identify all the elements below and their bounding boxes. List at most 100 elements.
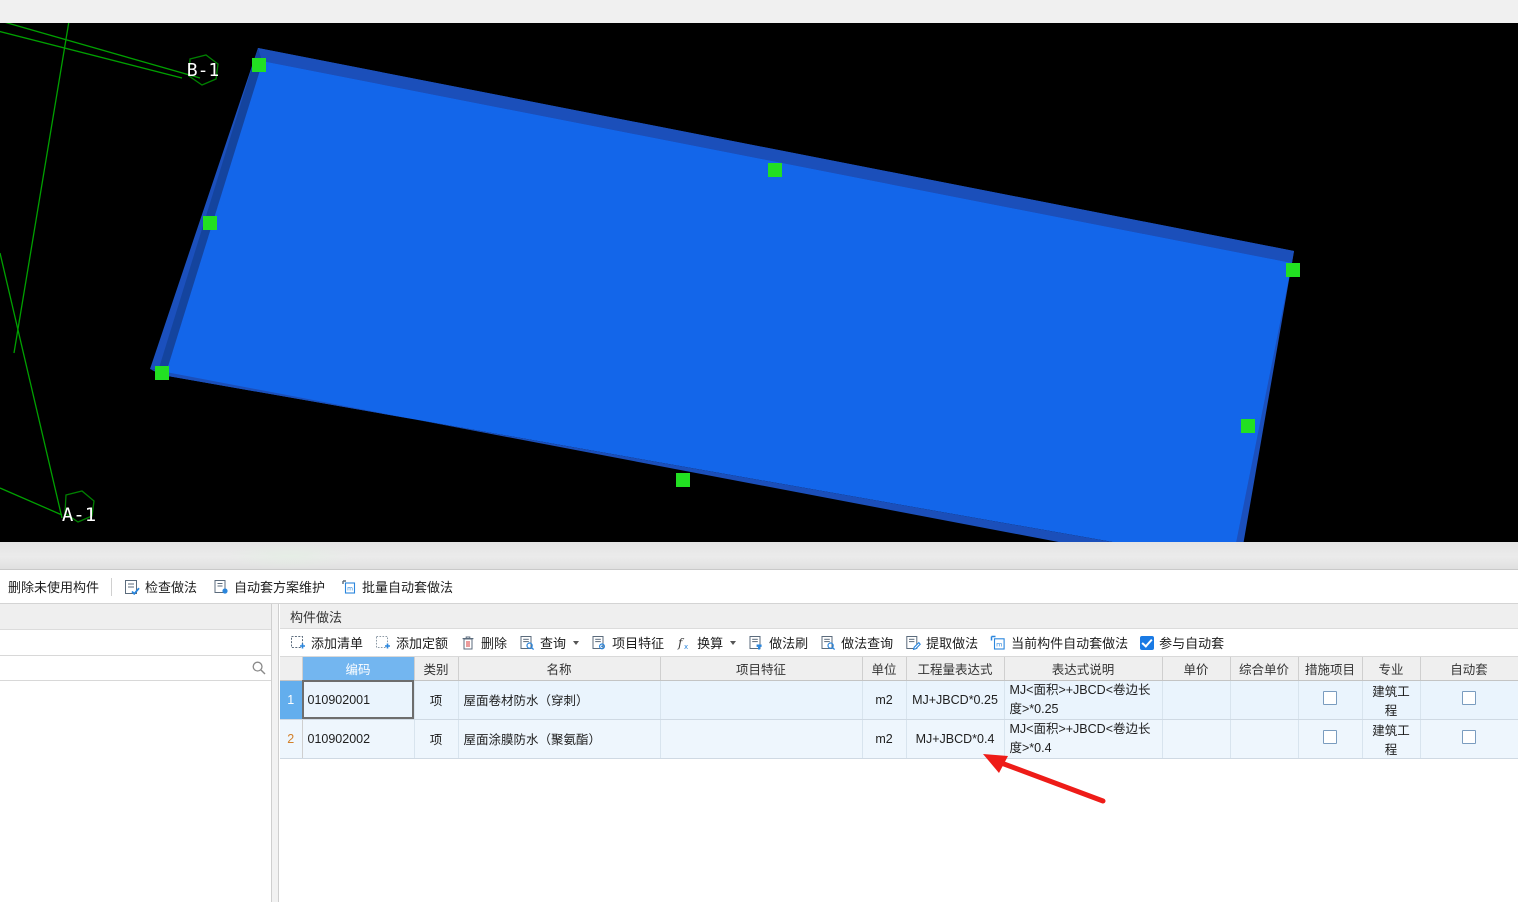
toolbar-batch-auto-method-label: 批量自动套做法 <box>362 580 454 595</box>
axis-label-b1: B-1 <box>187 54 220 86</box>
cell-unit[interactable]: m2 <box>862 719 907 759</box>
cell-feature[interactable] <box>660 719 863 759</box>
col-header-qty-expr[interactable]: 工程量表达式 <box>906 657 1005 681</box>
extract-method-label: 提取做法 <box>926 636 979 651</box>
delete-icon <box>462 636 474 649</box>
method-brush-button[interactable]: 做法刷 <box>742 631 814 655</box>
cell-major[interactable]: 建筑工程 <box>1362 680 1421 720</box>
cell-unit[interactable]: m2 <box>862 680 907 720</box>
col-header-expr-desc[interactable]: 表达式说明 <box>1004 657 1163 681</box>
col-header-rownum <box>280 657 303 681</box>
cell-price[interactable] <box>1162 719 1231 759</box>
col-header-code[interactable]: 编码 <box>302 657 415 681</box>
col-header-price[interactable]: 单价 <box>1162 657 1231 681</box>
panel-vertical-splitter[interactable] <box>272 604 279 902</box>
auto-apply-checkbox[interactable] <box>1462 691 1476 705</box>
cell-measure-item[interactable] <box>1298 719 1363 759</box>
left-panel-search-row[interactable] <box>0 656 271 681</box>
cell-major[interactable]: 建筑工程 <box>1362 719 1421 759</box>
participate-auto-apply-checkbox[interactable] <box>1140 635 1155 650</box>
cell-qty-expr[interactable]: MJ+JBCD*0.25 <box>906 680 1005 720</box>
axis-label-b1-text: B-1 <box>187 60 220 81</box>
cell-price[interactable] <box>1162 680 1231 720</box>
cell-auto-apply[interactable] <box>1420 719 1518 759</box>
cell-expr-desc[interactable]: MJ<面积>+JBCD<卷边长度>*0.4 <box>1004 719 1163 759</box>
batch-auto-method-icon: m <box>342 579 356 594</box>
cell-measure-item[interactable] <box>1298 680 1363 720</box>
table-row[interactable]: 1 010902001 项 屋面卷材防水（穿刺） m2 MJ+JBCD*0.25… <box>280 680 1518 720</box>
handle-corner-bottom-left <box>155 366 169 380</box>
cell-qty-expr[interactable]: MJ+JBCD*0.4 <box>906 719 1005 759</box>
participate-auto-apply-checkbox-item[interactable]: 参与自动套 <box>1134 631 1230 655</box>
col-header-unit[interactable]: 单位 <box>862 657 907 681</box>
handle-corner-top-right <box>1286 263 1300 277</box>
search-input[interactable] <box>4 657 251 679</box>
model-3d-viewport[interactable]: B-1 A-1 <box>0 23 1518 542</box>
svg-text:x: x <box>684 643 688 651</box>
left-panel-toolbar-row <box>0 630 271 656</box>
axis-grid-lines <box>0 23 201 519</box>
toolbar-auto-scheme-maintain[interactable]: 自动套方案维护 <box>205 574 333 600</box>
col-header-comp-price[interactable]: 综合单价 <box>1230 657 1299 681</box>
col-header-category[interactable]: 类别 <box>414 657 459 681</box>
add-quota-button[interactable]: 添加定额 <box>369 631 454 655</box>
axis-line-1 <box>5 23 201 79</box>
current-component-auto-icon: m <box>990 635 1005 650</box>
axis-label-a1: A-1 <box>62 490 96 526</box>
axis-line-leader-a1 <box>0 487 63 516</box>
application-window: B-1 A-1 删除未使用构件 检查做法 自动套方案维护 m 批量自动套做法 构… <box>0 0 1518 902</box>
method-query-icon <box>821 635 836 650</box>
axis-line-leader-b1 <box>0 30 183 79</box>
component-method-title: 构件做法 <box>280 604 1518 629</box>
toolbar-check-method-label: 检查做法 <box>145 580 198 595</box>
cell-comp-price[interactable] <box>1230 680 1299 720</box>
add-list-button[interactable]: 添加清单 <box>284 631 369 655</box>
left-panel-tree-body[interactable] <box>0 681 271 900</box>
delete-button[interactable]: 删除 <box>454 631 513 655</box>
convert-dropdown-chevron-down-icon[interactable] <box>730 640 737 645</box>
extract-method-icon <box>906 635 922 650</box>
col-header-measure-item[interactable]: 措施项目 <box>1298 657 1363 681</box>
cell-category[interactable]: 项 <box>414 719 459 759</box>
measure-item-checkbox[interactable] <box>1323 730 1337 744</box>
project-feature-button[interactable]: 项目特征 <box>585 631 670 655</box>
cell-code[interactable]: 010902001 <box>302 680 415 720</box>
cell-expr-desc[interactable]: MJ<面积>+JBCD<卷边长度>*0.25 <box>1004 680 1163 720</box>
cell-code[interactable]: 010902002 <box>302 719 415 759</box>
check-method-icon <box>125 579 140 595</box>
extract-method-button[interactable]: 提取做法 <box>899 631 984 655</box>
add-quota-icon <box>376 635 391 648</box>
col-header-feature[interactable]: 项目特征 <box>660 657 863 681</box>
current-component-auto-method-label: 当前构件自动套做法 <box>1011 636 1129 651</box>
cell-name[interactable]: 屋面卷材防水（穿刺） <box>458 680 661 720</box>
left-panel-header <box>0 604 271 630</box>
current-component-auto-method-button[interactable]: m 当前构件自动套做法 <box>984 631 1134 655</box>
table-row[interactable]: 2 010902002 项 屋面涂膜防水（聚氨酯） m2 MJ+JBCD*0.4… <box>280 719 1518 759</box>
query-dropdown-chevron-down-icon[interactable] <box>573 640 580 645</box>
cell-category[interactable]: 项 <box>414 680 459 720</box>
query-button[interactable]: 查询 <box>513 631 585 655</box>
axis-line-2 <box>13 23 70 354</box>
method-query-label: 做法查询 <box>841 636 894 651</box>
toolbar-check-method[interactable]: 检查做法 <box>116 574 205 600</box>
cell-name[interactable]: 屋面涂膜防水（聚氨酯） <box>458 719 661 759</box>
col-header-auto-apply[interactable]: 自动套 <box>1420 657 1518 681</box>
search-icon[interactable] <box>251 660 267 676</box>
method-brush-icon <box>749 635 762 649</box>
col-header-major[interactable]: 专业 <box>1362 657 1421 681</box>
slab-top-face[interactable] <box>162 61 1292 542</box>
component-method-panel: 构件做法 添加清单 添加定额 删除 查询 项目特征 f x 换算 做法刷 做法查… <box>280 604 1518 902</box>
toolbar-batch-auto-method[interactable]: m 批量自动套做法 <box>333 574 461 600</box>
measure-item-checkbox[interactable] <box>1323 691 1337 705</box>
toolbar-delete-unused-components[interactable]: 删除未使用构件 <box>0 574 107 600</box>
method-query-button[interactable]: 做法查询 <box>814 631 899 655</box>
handle-mid-top <box>768 163 782 177</box>
cell-comp-price[interactable] <box>1230 719 1299 759</box>
svg-text:m: m <box>996 640 1002 648</box>
axis-label-a1-text: A-1 <box>62 504 96 526</box>
convert-button[interactable]: f x 换算 <box>670 631 742 655</box>
auto-apply-checkbox[interactable] <box>1462 730 1476 744</box>
cell-auto-apply[interactable] <box>1420 680 1518 720</box>
cell-feature[interactable] <box>660 680 863 720</box>
col-header-name[interactable]: 名称 <box>458 657 661 681</box>
